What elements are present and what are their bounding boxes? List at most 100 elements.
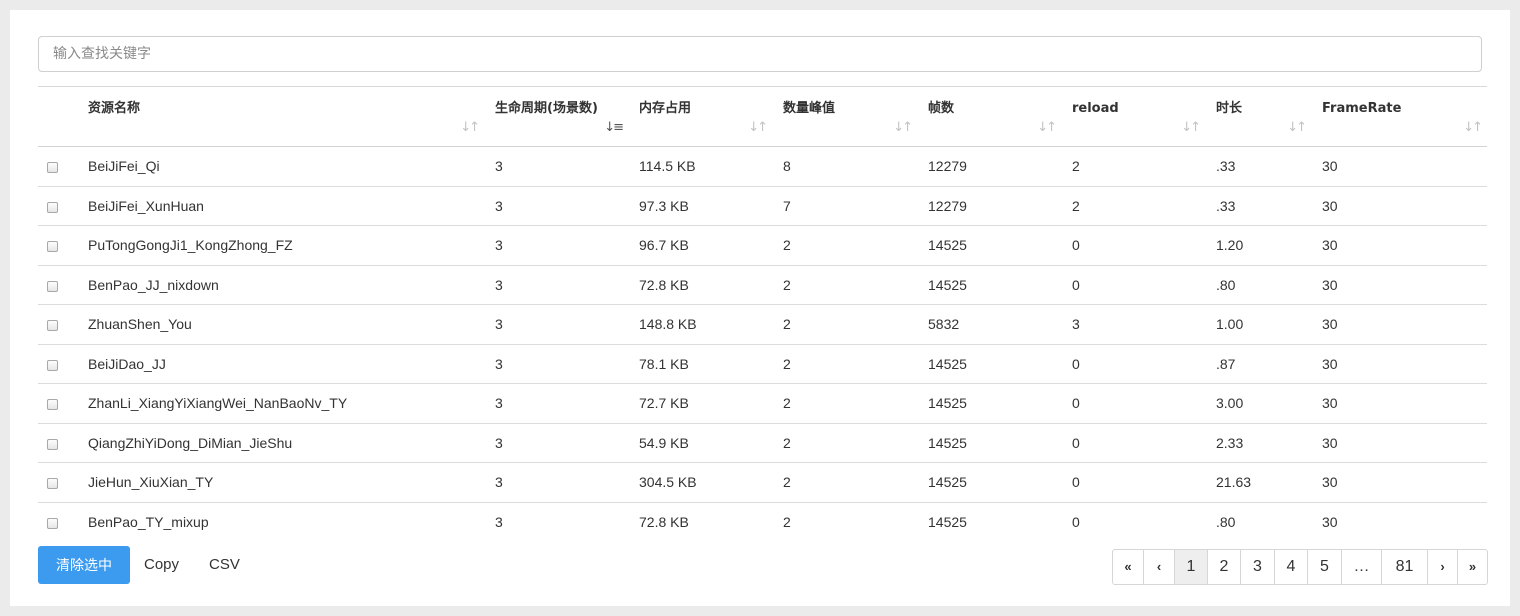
cell-peak: 2 — [783, 434, 791, 451]
cell-peak: 2 — [783, 355, 791, 372]
row-checkbox-cell — [38, 226, 77, 266]
cell-framerate: 30 — [1322, 316, 1338, 333]
cell-lifecycle: 3 — [495, 355, 503, 372]
cell-peak: 2 — [783, 514, 791, 530]
cell-reload: 2 — [1072, 197, 1080, 214]
cell-frames: 12279 — [928, 158, 967, 175]
column-header-peak[interactable]: 数量峰值 ↓↑ — [772, 87, 917, 147]
sort-icon[interactable]: ↓↑ — [1037, 118, 1057, 138]
csv-button[interactable]: CSV — [209, 546, 240, 584]
column-header-frames[interactable]: 帧数 ↓↑ — [917, 87, 1061, 147]
page-button[interactable]: 2 — [1207, 550, 1240, 584]
cell-name: ZhuanShen_You — [88, 316, 192, 333]
page-button[interactable]: 5 — [1307, 550, 1341, 584]
column-label: 时长 — [1216, 101, 1243, 116]
page-button-current[interactable]: 1 — [1174, 550, 1207, 584]
page-button[interactable]: 4 — [1274, 550, 1307, 584]
cell-frames: 14525 — [928, 474, 967, 491]
row-checkbox[interactable] — [47, 320, 58, 332]
first-page-button[interactable]: « — [1113, 550, 1143, 584]
row-checkbox[interactable] — [47, 438, 58, 450]
row-checkbox[interactable] — [47, 399, 58, 411]
column-header-framerate[interactable]: FrameRate ↓↑ — [1311, 87, 1487, 147]
sort-descending-icon[interactable]: ↓≡ — [604, 118, 624, 138]
sort-icon[interactable]: ↓↑ — [748, 118, 768, 138]
cell-memory: 78.1 KB — [639, 355, 689, 372]
cell-reload: 0 — [1072, 355, 1080, 372]
row-checkbox[interactable] — [47, 517, 58, 529]
row-checkbox-cell — [38, 147, 77, 187]
row-checkbox-cell — [38, 265, 77, 305]
sort-icon[interactable]: ↓↑ — [1287, 118, 1307, 138]
column-header-memory[interactable]: 内存占用 ↓↑ — [628, 87, 772, 147]
cell-duration: .33 — [1216, 197, 1236, 214]
column-header-duration[interactable]: 时长 ↓↑ — [1205, 87, 1311, 147]
cell-frames: 14525 — [928, 434, 967, 451]
sort-icon[interactable]: ↓↑ — [1181, 118, 1201, 138]
page-button[interactable]: 3 — [1240, 550, 1274, 584]
cell-framerate: 30 — [1322, 514, 1338, 530]
cell-frames: 14525 — [928, 395, 967, 412]
cell-reload: 3 — [1072, 316, 1080, 333]
table-row[interactable]: JieHun_XiuXian_TY 3 304.5 KB 2 14525 0 2… — [38, 463, 1487, 503]
table-row[interactable]: BeiJiFei_XunHuan 3 97.3 KB 7 12279 2 .33… — [38, 186, 1487, 226]
cell-lifecycle: 3 — [495, 434, 503, 451]
column-label: 内存占用 — [639, 101, 692, 116]
row-checkbox[interactable] — [47, 162, 58, 174]
cell-peak: 2 — [783, 237, 791, 254]
prev-page-button[interactable]: ‹ — [1143, 550, 1174, 584]
row-checkbox-cell — [38, 305, 77, 345]
cell-reload: 0 — [1072, 514, 1080, 530]
sort-icon[interactable]: ↓↑ — [460, 118, 480, 138]
row-checkbox-cell — [38, 463, 77, 503]
cell-peak: 2 — [783, 474, 791, 491]
cell-duration: .87 — [1216, 355, 1236, 372]
search-input[interactable] — [38, 36, 1482, 72]
column-label: reload — [1072, 101, 1119, 116]
row-checkbox[interactable] — [47, 201, 58, 213]
table-row[interactable]: ZhanLi_XiangYiXiangWei_NanBaoNv_TY 3 72.… — [38, 384, 1487, 423]
cell-name: QiangZhiYiDong_DiMian_JieShu — [88, 434, 293, 451]
table-row[interactable]: BenPao_TY_mixup 3 72.8 KB 2 14525 0 .80 … — [38, 502, 1487, 542]
sort-icon[interactable]: ↓↑ — [893, 118, 913, 138]
column-label: FrameRate — [1322, 101, 1402, 116]
table-row[interactable]: BeiJiFei_Qi 3 114.5 KB 8 12279 2 .33 30 — [38, 147, 1487, 187]
pagination: « ‹ 1 2 3 4 5 … 81 › » — [1112, 549, 1488, 585]
cell-duration: 1.20 — [1216, 237, 1244, 254]
column-header-reload[interactable]: reload ↓↑ — [1061, 87, 1205, 147]
row-checkbox[interactable] — [47, 359, 58, 371]
row-checkbox[interactable] — [47, 478, 58, 490]
next-page-button[interactable]: › — [1427, 550, 1457, 584]
cell-duration: 3.00 — [1216, 395, 1244, 412]
row-checkbox[interactable] — [47, 280, 58, 292]
cell-framerate: 30 — [1322, 237, 1338, 254]
cell-name: ZhanLi_XiangYiXiangWei_NanBaoNv_TY — [88, 395, 348, 412]
sort-icon[interactable]: ↓↑ — [1463, 118, 1483, 138]
cell-lifecycle: 3 — [495, 237, 503, 254]
column-header-name[interactable]: 资源名称 ↓↑ — [77, 87, 484, 147]
table-row[interactable]: BeiJiDao_JJ 3 78.1 KB 2 14525 0 .87 30 — [38, 344, 1487, 384]
column-header-lifecycle[interactable]: 生命周期(场景数) ↓≡ — [484, 87, 628, 147]
cell-name: PuTongGongJi1_KongZhong_FZ — [88, 237, 293, 254]
table-row[interactable]: QiangZhiYiDong_DiMian_JieShu 3 54.9 KB 2… — [38, 423, 1487, 463]
header-checkbox-cell — [38, 87, 77, 147]
cell-duration: .33 — [1216, 158, 1236, 175]
table-row[interactable]: BenPao_JJ_nixdown 3 72.8 KB 2 14525 0 .8… — [38, 265, 1487, 305]
cell-memory: 54.9 KB — [639, 434, 689, 451]
last-page-button[interactable]: » — [1457, 550, 1487, 584]
table-row[interactable]: ZhuanShen_You 3 148.8 KB 2 5832 3 1.00 3… — [38, 305, 1487, 345]
row-checkbox[interactable] — [47, 241, 58, 253]
cell-memory: 96.7 KB — [639, 237, 689, 254]
cell-name: BeiJiFei_Qi — [88, 158, 160, 175]
cell-reload: 0 — [1072, 395, 1080, 412]
clear-selection-button[interactable]: 清除选中 — [38, 546, 130, 584]
cell-duration: .80 — [1216, 276, 1236, 293]
cell-lifecycle: 3 — [495, 395, 503, 412]
copy-button[interactable]: Copy — [144, 546, 179, 584]
cell-memory: 72.8 KB — [639, 514, 689, 530]
cell-frames: 12279 — [928, 197, 967, 214]
cell-lifecycle: 3 — [495, 197, 503, 214]
last-page-number-button[interactable]: 81 — [1381, 550, 1427, 584]
table-row[interactable]: PuTongGongJi1_KongZhong_FZ 3 96.7 KB 2 1… — [38, 226, 1487, 266]
cell-reload: 0 — [1072, 474, 1080, 491]
